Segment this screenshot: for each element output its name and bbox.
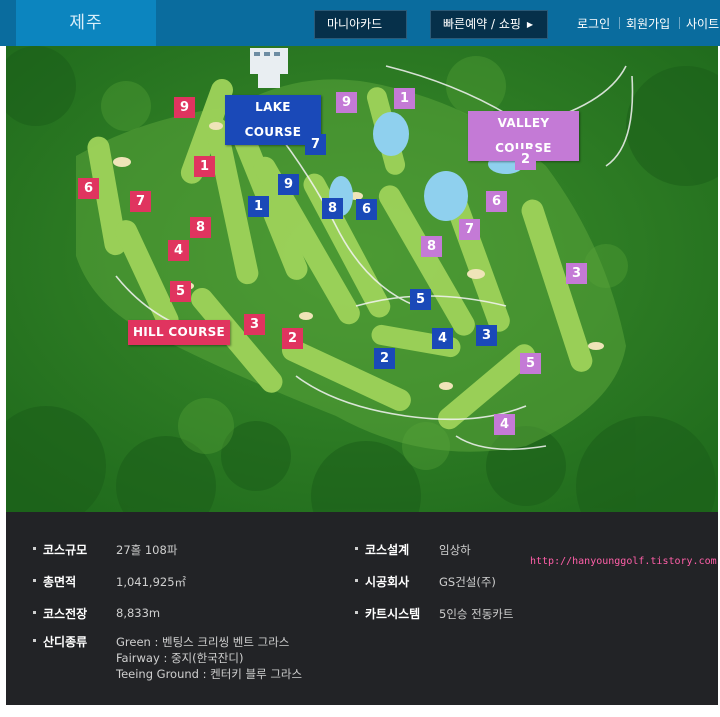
valley-hole-1-marker[interactable]: 1: [394, 88, 415, 109]
blog-watermark: http://hanyounggolf.tistory.com: [530, 556, 717, 567]
site-link[interactable]: 사이트: [686, 15, 719, 32]
valley-hole-5-marker[interactable]: 5: [520, 353, 541, 374]
lake-hole-9-marker[interactable]: 9: [278, 174, 299, 195]
region-tab[interactable]: 제주: [16, 0, 156, 46]
chevron-right-icon: ▶: [526, 20, 534, 29]
grass-teeing-value: Teeing Ground : 켄터키 블루 그라스: [116, 667, 303, 681]
mania-card-button[interactable]: 마니아카드▶: [314, 10, 407, 56]
lake-hole-8-marker[interactable]: 8: [322, 198, 343, 219]
login-link[interactable]: 로그인: [577, 15, 610, 32]
hill-hole-5-marker[interactable]: 5: [170, 281, 191, 302]
course-map-illustration: [6, 46, 718, 512]
course-length-label: 코스전장: [43, 607, 88, 621]
course-scale-value: 27홀 108파: [116, 543, 178, 557]
course-designer-label: 코스설계: [365, 543, 410, 557]
quick-booking-button[interactable]: 빠른예약 / 쇼핑 ▶: [430, 10, 548, 39]
hill-hole-6-marker[interactable]: 6: [78, 178, 99, 199]
hill-course-label: HILL COURSE: [128, 320, 230, 345]
hill-hole-2-marker[interactable]: 2: [282, 328, 303, 349]
bullet-icon: [33, 639, 36, 642]
grass-green-value: Green : 벤팅스 크리씽 벤트 그라스: [116, 635, 290, 649]
bullet-icon: [355, 611, 358, 614]
mania-card-label: 마니아카드: [327, 17, 383, 31]
builder-label: 시공회사: [365, 575, 410, 589]
course-length-value: 8,833m: [116, 606, 161, 620]
bullet-icon: [33, 611, 36, 614]
valley-hole-3-marker[interactable]: 3: [566, 263, 587, 284]
valley-hole-8-marker[interactable]: 8: [421, 236, 442, 257]
course-map: LAKE COURSE VALLEY COURSE HILL COURSE 1 …: [6, 46, 718, 512]
hill-hole-8-marker[interactable]: 8: [190, 217, 211, 238]
grass-type-label: 산디종류: [43, 635, 88, 649]
course-designer-value: 임상하: [439, 543, 471, 557]
valley-hole-2-marker[interactable]: 2: [515, 149, 536, 170]
quick-booking-label: 빠른예약 / 쇼핑: [443, 17, 521, 31]
bullet-icon: [33, 547, 36, 550]
lake-hole-5-marker[interactable]: 5: [410, 289, 431, 310]
total-area-label: 총면적: [43, 575, 77, 589]
builder-value: GS건설(주): [439, 575, 496, 589]
cart-system-label: 카트시스템: [365, 607, 421, 621]
top-navigation-bar: 제주 마니아카드▶ 빠른예약 / 쇼핑 ▶ 로그인 회원가입 사이트: [0, 0, 720, 56]
nav-divider: [679, 17, 680, 29]
lake-hole-7-marker[interactable]: 7: [305, 134, 326, 155]
bullet-icon: [355, 547, 358, 550]
lake-hole-1-marker[interactable]: 1: [248, 196, 269, 217]
grass-fairway-value: Fairway : 중지(한국잔디): [116, 651, 244, 665]
lake-hole-2-marker[interactable]: 2: [374, 348, 395, 369]
hill-hole-1-marker[interactable]: 1: [194, 156, 215, 177]
lake-hole-3-marker[interactable]: 3: [476, 325, 497, 346]
bullet-icon: [355, 579, 358, 582]
course-scale-label: 코스규모: [43, 543, 88, 557]
lake-hole-4-marker[interactable]: 4: [432, 328, 453, 349]
bullet-icon: [33, 579, 36, 582]
total-area-value: 1,041,925㎡: [116, 575, 187, 589]
cart-system-value: 5인승 전동카트: [439, 607, 514, 621]
valley-hole-7-marker[interactable]: 7: [459, 219, 480, 240]
nav-divider: [619, 17, 620, 29]
hill-hole-7-marker[interactable]: 7: [130, 191, 151, 212]
hill-hole-3-marker[interactable]: 3: [244, 314, 265, 335]
hill-hole-4-marker[interactable]: 4: [168, 240, 189, 261]
course-info-panel: 코스규모 27홀 108파 총면적 1,041,925㎡ 코스전장 8,833m…: [6, 512, 718, 705]
signup-link[interactable]: 회원가입: [626, 15, 670, 32]
valley-hole-6-marker[interactable]: 6: [486, 191, 507, 212]
hill-hole-9-marker[interactable]: 9: [174, 97, 195, 118]
valley-hole-4-marker[interactable]: 4: [494, 414, 515, 435]
lake-hole-6-marker[interactable]: 6: [356, 199, 377, 220]
valley-hole-9-marker[interactable]: 9: [336, 92, 357, 113]
